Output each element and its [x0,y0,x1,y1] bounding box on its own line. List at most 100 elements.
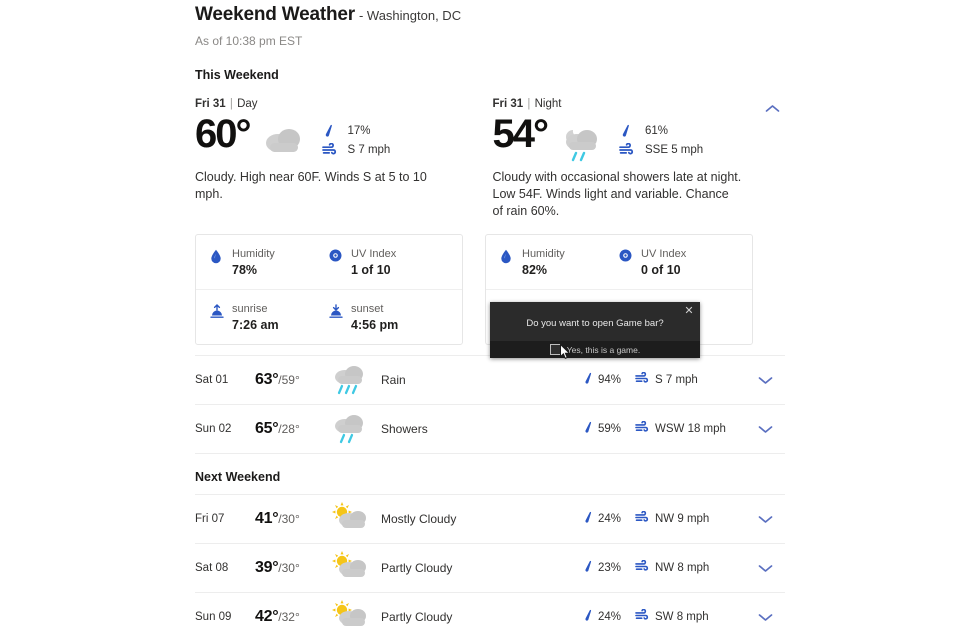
as-of-timestamp: As of 10:38 pm EST [195,34,303,48]
panel-night-temperature: 54° [492,112,549,156]
table-row[interactable]: Sat 08 39°/30° Partly Cloudy 23% NW 8 mp… [195,543,785,592]
humidity-icon [500,247,522,279]
panel-day-heading: Fri 31 | Day [195,98,488,110]
table-row[interactable]: Sun 02 65°/28° Showers 59% WSW 18 mph [195,404,785,453]
expand-chevron-down-icon[interactable] [745,514,785,524]
forecast-precip: 59% [551,421,621,437]
forecast-precip: 24% [551,609,621,625]
forecast-wind: S 7 mph [621,371,745,388]
detail-card-day-row-2: sunrise 7:26 am sunset 4:56 pm [196,289,462,344]
precipitation-droplet-icon [582,511,593,527]
page-header: Weekend Weather - Washington, DC As of 1… [195,0,785,82]
forecast-wind-value: S 7 mph [655,374,698,386]
panel-day-date: Fri 31 [195,98,226,110]
forecast-high: 63° [255,371,279,388]
expand-chevron-down-icon[interactable] [745,563,785,573]
forecast-wind-value: NW 8 mph [655,562,710,574]
panel-day-precip-value: 17% [347,124,371,137]
next-weekend-heading: Next Weekend [195,453,785,494]
wind-icon [619,142,639,157]
forecast-precip-value: 94% [597,374,621,386]
forecast-low: /30° [278,512,300,526]
forecast-wind: NW 9 mph [621,510,745,527]
wind-icon [321,142,342,157]
game-bar-checkbox[interactable] [549,344,561,355]
table-row[interactable]: Sat 01 63°/59° Rain 94% S 7 mph [195,355,785,404]
panel-day-narrative: Cloudy. High near 60F. Winds S at 5 to 1… [195,170,427,201]
forecast-day: Sun 09 [195,611,232,623]
panel-night-wind: SSE 5 mph [619,140,703,159]
detail-humidity-day-label: Humidity [232,248,275,260]
detail-uv-night-label: UV Index [641,248,687,260]
uv-index-icon [619,247,641,279]
precipitation-droplet-icon [582,372,593,388]
panel-day-wind: S 7 mph [321,140,390,159]
current-panels: Fri 31 | Day 60° 17% S 7 mph Cloudy. Hig… [195,98,785,220]
expand-chevron-down-icon[interactable] [745,612,785,622]
detail-uv-night-value: 0 of 10 [641,263,681,277]
panel-night-date: Fri 31 [492,98,524,110]
panel-day: Fri 31 | Day 60° 17% S 7 mph Cloudy. Hig… [195,98,488,220]
forecast-precip-value: 24% [597,611,621,623]
weather-page: Weekend Weather - Washington, DC As of 1… [0,0,979,626]
detail-card-day: Humidity 78% UV Index 1 of 10 sunrise 7:… [195,234,463,345]
humidity-icon [210,247,232,279]
game-bar-dialog[interactable]: ✕ Do you want to open Game bar? Yes, thi… [490,302,700,358]
panel-night-narrative: Cloudy with occasional showers late at n… [492,170,742,218]
wind-icon [635,510,649,527]
game-bar-message: Do you want to open Game bar? [526,318,664,329]
next-weekend-forecast-list: Fri 07 41°/30° Mostly Cloudy 24% NW 9 mp… [195,494,785,641]
forecast-low: /28° [278,422,300,436]
forecast-wind: WSW 18 mph [621,420,745,437]
detail-humidity-night-label: Humidity [522,248,565,260]
expand-chevron-down-icon[interactable] [745,424,785,434]
panel-day-summary: 60° 17% S 7 mph [195,112,488,162]
forecast-wind-value: SW 8 mph [655,611,709,623]
panel-day-temperature: 60° [195,112,251,156]
forecast-day: Sun 02 [195,423,232,435]
panel-day-stats: 17% S 7 mph [321,121,390,159]
page-title-line: Weekend Weather - Washington, DC [195,4,785,26]
forecast-high: 42° [255,608,279,625]
forecast-day: Sat 08 [195,562,229,574]
detail-sunset-label: sunset [351,303,384,315]
detail-humidity-day: Humidity 78% [210,247,329,279]
cloudy-icon [256,116,312,162]
detail-sunrise: sunrise 7:26 am [210,302,329,334]
forecast-wind: NW 8 mph [621,559,745,576]
page-location: - Washington, DC [358,8,462,23]
close-icon[interactable]: ✕ [682,304,696,318]
this-weekend-forecast-list: Sat 01 63°/59° Rain 94% S 7 mph Sun 02 6… [195,355,785,453]
wind-icon [635,608,649,625]
forecast-high: 65° [255,420,279,437]
panel-night-heading: Fri 31 | Night [493,98,786,110]
forecast-temps: 42°/32° [255,608,325,626]
panel-night-summary: 54° 61% SSE 5 mph [493,112,786,162]
detail-uv-night: UV Index 0 of 10 [619,247,738,279]
forecast-description: Showers [381,422,428,436]
detail-uv-day-label: UV Index [351,248,397,260]
table-row[interactable]: Sun 09 42°/32° Partly Cloudy 24% SW 8 mp… [195,592,785,641]
forecast-precip: 24% [551,511,621,527]
sunset-icon [329,302,351,334]
panel-night-part: Night [534,98,562,110]
rain-icon [325,360,375,400]
detail-sunrise-label: sunrise [232,303,268,315]
forecast-precip-value: 23% [597,562,621,574]
detail-card-night-row-1: Humidity 82% UV Index 0 of 10 [486,235,752,289]
uv-index-icon [329,247,351,279]
collapse-chevron-up-icon[interactable] [759,98,785,120]
table-row[interactable]: Fri 07 41°/30° Mostly Cloudy 24% NW 9 mp… [195,494,785,543]
expand-chevron-down-icon[interactable] [745,375,785,385]
forecast-low: /32° [278,610,300,624]
forecast-temps: 65°/28° [255,420,325,438]
forecast-wind-value: WSW 18 mph [655,423,726,435]
sunrise-icon [210,302,232,334]
forecast-temps: 41°/30° [255,510,325,528]
precipitation-droplet-icon [619,124,639,138]
panel-day-part: Day [237,98,258,110]
precipitation-droplet-icon [582,609,593,625]
panel-night-precip-value: 61% [645,124,669,137]
game-bar-confirm-row[interactable]: Yes, this is a game. [490,341,700,358]
precipitation-droplet-icon [582,421,593,437]
